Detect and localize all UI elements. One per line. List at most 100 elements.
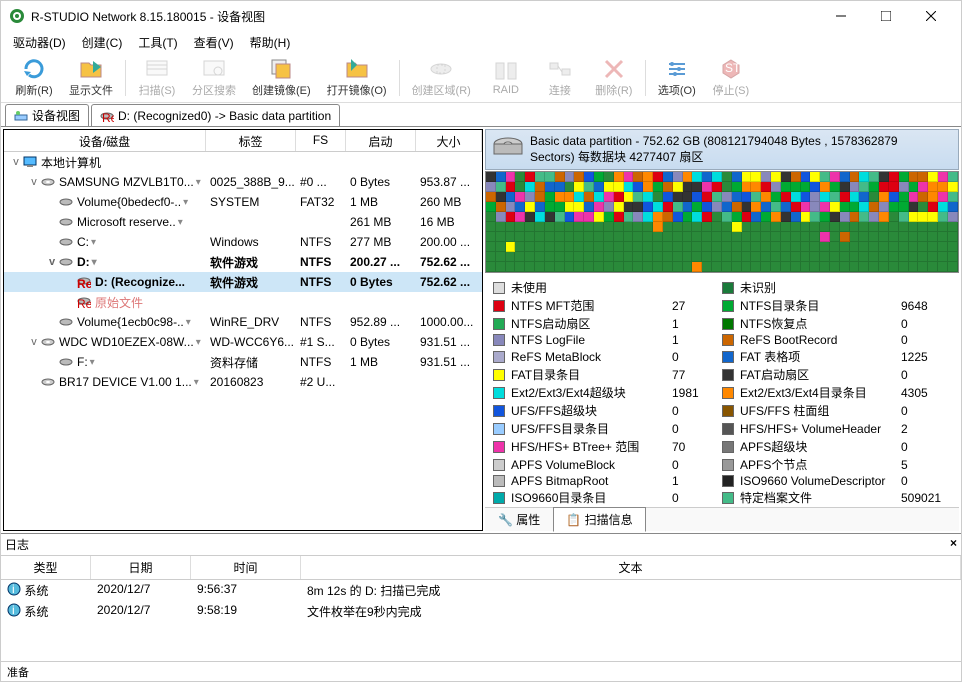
- expand-icon[interactable]: v: [28, 336, 40, 348]
- legend-value: 1: [672, 333, 722, 347]
- dropdown-icon[interactable]: ▾: [183, 197, 188, 208]
- maximize-button[interactable]: [863, 2, 908, 30]
- row-icon: [40, 375, 56, 389]
- tab-device-view[interactable]: 设备视图: [5, 104, 89, 126]
- log-row[interactable]: i 系统2020/12/79:58:19文件枚举在9秒内完成: [1, 601, 961, 622]
- tree-row[interactable]: BR17 DEVICE V1.00 1...▾20160823#2 U...: [4, 372, 482, 392]
- menu-item[interactable]: 驱动器(D): [5, 32, 74, 53]
- log-row[interactable]: i 系统2020/12/79:56:378m 12s 的 D: 扫描已完成: [1, 580, 961, 601]
- legend-name: 未识别: [740, 279, 901, 296]
- col-device[interactable]: 设备/磁盘: [4, 130, 206, 151]
- toolbar-选项(O)[interactable]: 选项(O): [650, 55, 704, 100]
- dropdown-icon[interactable]: ▾: [194, 377, 199, 388]
- menu-item[interactable]: 查看(V): [186, 32, 242, 53]
- dropdown-icon[interactable]: ▾: [90, 357, 95, 368]
- dropdown-icon[interactable]: ▾: [186, 317, 191, 328]
- scan-map[interactable]: [485, 171, 959, 273]
- toolbar-刷新(R)[interactable]: 刷新(R): [7, 55, 61, 100]
- log-col-time[interactable]: 时间: [191, 556, 301, 579]
- toolbar-icon: [79, 57, 103, 81]
- tab-properties[interactable]: 🔧 属性: [485, 507, 553, 532]
- dropdown-icon[interactable]: ▾: [196, 337, 201, 348]
- col-label[interactable]: 标签: [206, 130, 296, 151]
- legend-swatch: [722, 334, 734, 346]
- tree-row[interactable]: vWDC WD10EZEX-08W...▾WD-WCC6Y6...#1 S...…: [4, 332, 482, 352]
- tree-row[interactable]: Microsoft reserve..▾261 MB16 MB: [4, 212, 482, 232]
- row-name: BR17 DEVICE V1.00 1...: [59, 375, 192, 389]
- log-col-text[interactable]: 文本: [301, 556, 961, 579]
- tree-row[interactable]: F:▾资料存储NTFS1 MB931.51 ...: [4, 352, 482, 372]
- menu-item[interactable]: 帮助(H): [242, 32, 299, 53]
- toolbar-icon: [22, 57, 46, 81]
- legend-value: 77: [672, 368, 722, 382]
- tree-row[interactable]: Volume{1ecb0c98-..▾WinRE_DRVNTFS952.89 .…: [4, 312, 482, 332]
- row-icon: [40, 335, 56, 349]
- col-size[interactable]: 大小: [416, 130, 482, 151]
- row-icon: Rec: [76, 295, 92, 309]
- col-fs[interactable]: FS: [296, 130, 346, 151]
- log-col-type[interactable]: 类型: [1, 556, 91, 579]
- toolbar-显示文件[interactable]: 显示文件: [61, 55, 121, 100]
- row-icon: [22, 155, 38, 169]
- menu-item[interactable]: 工具(T): [130, 32, 185, 53]
- log-date: 2020/12/7: [91, 581, 191, 600]
- dropdown-icon[interactable]: ▾: [178, 217, 183, 228]
- tree-row[interactable]: v本地计算机: [4, 152, 482, 172]
- tree-row[interactable]: vSAMSUNG MZVLB1T0...▾0025_388B_9...#0 ..…: [4, 172, 482, 192]
- toolbar-打开镜像(O)[interactable]: 打开镜像(O): [319, 55, 395, 100]
- legend-swatch: [493, 300, 505, 312]
- legend-swatch: [493, 441, 505, 453]
- row-label: 20160823: [206, 375, 296, 389]
- row-fs: NTFS: [296, 275, 346, 289]
- legend-item: ReFS MetaBlock0: [493, 348, 722, 365]
- tree-row[interactable]: Volume{0bedecf0-..▾SYSTEMFAT321 MB260 MB: [4, 192, 482, 212]
- tree-row[interactable]: RecD: (Recognize...软件游戏NTFS0 Bytes752.62…: [4, 272, 482, 292]
- legend-swatch: [722, 387, 734, 399]
- row-name: 原始文件: [95, 294, 143, 311]
- row-label: WD-WCC6Y6...: [206, 335, 296, 349]
- info-icon: i: [7, 603, 21, 620]
- svg-text:Rec: Rec: [102, 111, 114, 123]
- legend-swatch: [493, 369, 505, 381]
- dropdown-icon[interactable]: ▾: [92, 257, 97, 268]
- legend-item: Ext2/Ext3/Ext4超级块1981: [493, 384, 722, 401]
- legend-swatch: [493, 405, 505, 417]
- tab-partition[interactable]: Rec D: (Recognized0) -> Basic data parti…: [91, 104, 340, 126]
- col-start[interactable]: 启动: [346, 130, 416, 151]
- row-name: SAMSUNG MZVLB1T0...: [59, 175, 194, 189]
- legend-name: ReFS MetaBlock: [511, 350, 672, 364]
- tree-row[interactable]: vD:▾软件游戏NTFS200.27 ...752.62 ...: [4, 252, 482, 272]
- expand-icon[interactable]: v: [46, 256, 58, 268]
- legend-name: NTFS启动扇区: [511, 315, 672, 332]
- legend-item: UFS/FFS 柱面组0: [722, 402, 951, 419]
- legend-name: HFS/HFS+ VolumeHeader: [740, 422, 901, 436]
- tree-row[interactable]: C:▾WindowsNTFS277 MB200.00 ...: [4, 232, 482, 252]
- legend-name: HFS/HFS+ BTree+ 范围: [511, 438, 672, 455]
- expand-icon[interactable]: v: [10, 156, 22, 168]
- toolbar-label: 打开镜像(O): [327, 82, 387, 98]
- log-panel: 日志 × 类型 日期 时间 文本 i 系统2020/12/79:56:378m …: [1, 533, 961, 661]
- legend-value: 4305: [901, 386, 951, 400]
- dropdown-icon[interactable]: ▾: [91, 237, 96, 248]
- legend-item: NTFS启动扇区1: [493, 315, 722, 332]
- device-panel: 设备/磁盘 标签 FS 启动 大小 v本地计算机vSAMSUNG MZVLB1T…: [3, 129, 483, 531]
- toolbar-label: 删除(R): [595, 82, 632, 98]
- toolbar-连接: 连接: [533, 55, 587, 100]
- svg-text:i: i: [12, 603, 15, 617]
- minimize-button[interactable]: [818, 2, 863, 30]
- close-button[interactable]: [908, 2, 953, 30]
- device-tree[interactable]: v本地计算机vSAMSUNG MZVLB1T0...▾0025_388B_9..…: [4, 152, 482, 530]
- tab-scan-info[interactable]: 📋 扫描信息: [553, 507, 645, 532]
- legend-item: NTFS恢复点0: [722, 315, 951, 332]
- menu-item[interactable]: 创建(C): [74, 32, 131, 53]
- tree-row[interactable]: Rec原始文件: [4, 292, 482, 312]
- expand-icon[interactable]: v: [28, 176, 40, 188]
- log-col-date[interactable]: 日期: [91, 556, 191, 579]
- legend-value: 0: [672, 404, 722, 418]
- toolbar-label: 分区搜索: [192, 82, 236, 98]
- dropdown-icon[interactable]: ▾: [196, 177, 201, 188]
- disk-icon: [492, 134, 524, 162]
- toolbar-创建镜像(E)[interactable]: 创建镜像(E): [244, 55, 319, 100]
- toolbar-label: RAID: [493, 84, 519, 96]
- log-close-icon[interactable]: ×: [950, 536, 957, 553]
